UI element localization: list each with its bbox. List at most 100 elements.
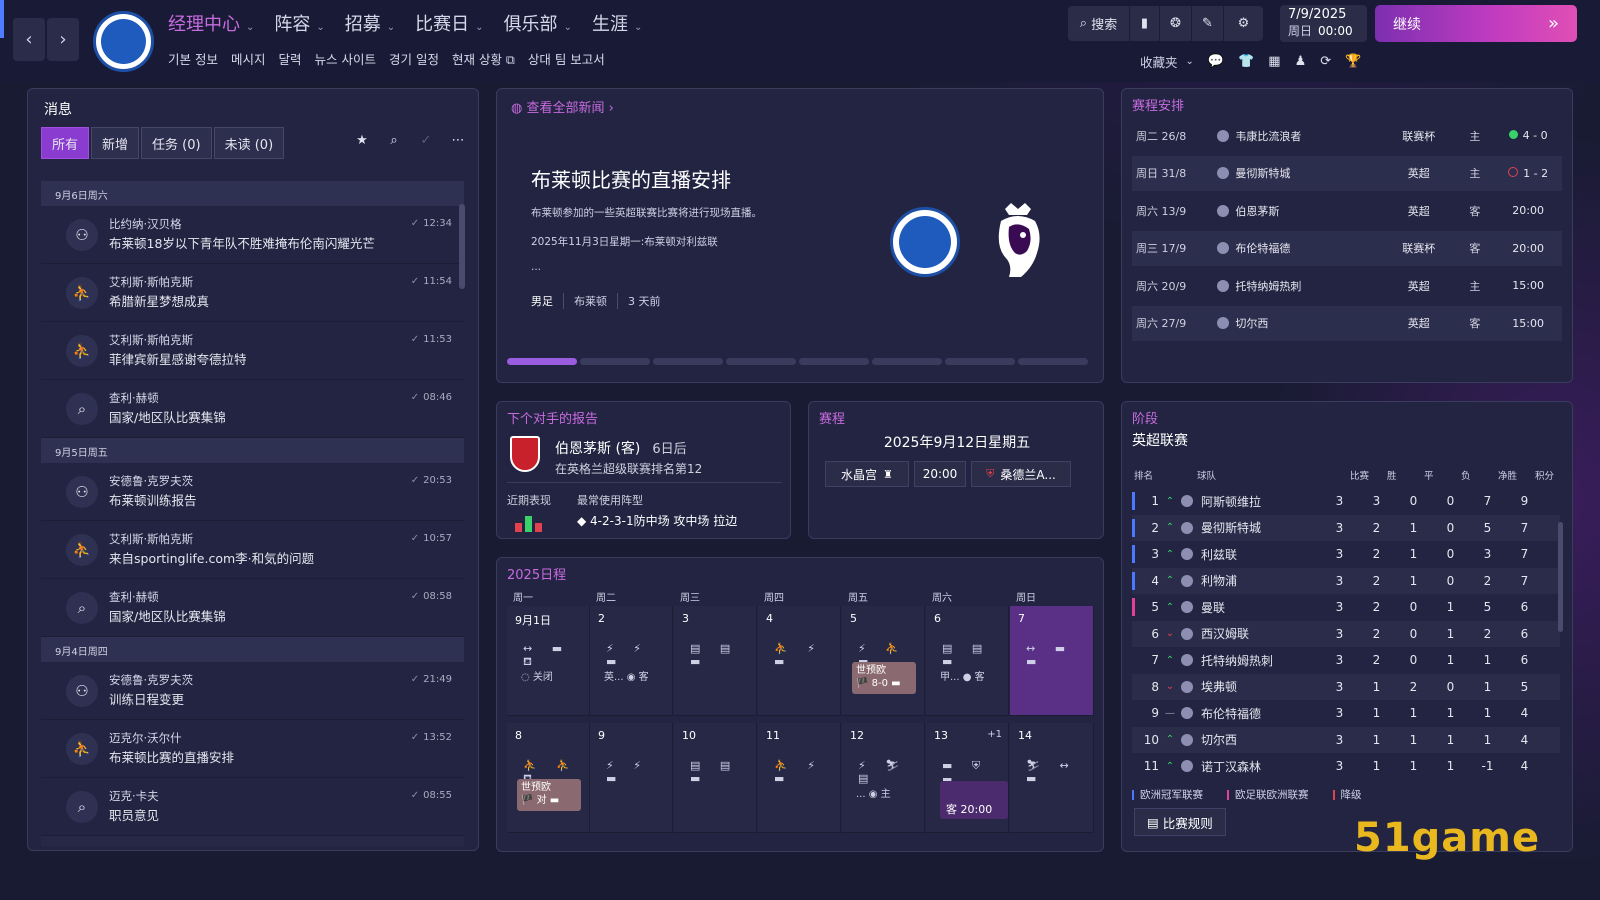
league-row[interactable]: 2 ⌃ 曼彻斯特城 3 2 1 0 5 7: [1132, 514, 1560, 541]
all-news-link[interactable]: ◍ 查看全部新闻 ›: [511, 97, 614, 116]
international-match-chip[interactable]: 世预欧 🏴 对 ▬: [517, 779, 581, 811]
menu-item[interactable]: 生涯 ⌄: [592, 10, 642, 36]
menu-item[interactable]: 阵容 ⌄: [274, 10, 324, 36]
opponent-name[interactable]: 伯恩茅斯 (客): [555, 441, 640, 457]
pagination-dot[interactable]: [653, 358, 723, 365]
fixture-row[interactable]: 周三 17/9 布伦特福德 联赛杯 客 20:00: [1132, 230, 1562, 266]
filter-tab[interactable]: 未读 (0): [213, 127, 285, 159]
fixtures-title[interactable]: 赛程安排: [1132, 95, 1184, 114]
calendar-day[interactable]: 14 ⛷ ↔ ▬: [1010, 723, 1094, 833]
message-item[interactable]: ⚇ 安德鲁·克罗夫茨 布莱顿训练报告 ✓ 20:53: [41, 463, 464, 521]
calendar-day[interactable]: 6 ▤ ▤ ▬ 甲... ● 客: [926, 606, 1009, 716]
continue-button[interactable]: 继续 »: [1375, 5, 1577, 42]
calendar-day[interactable]: 7 ↔ ▬ ▬: [1010, 606, 1094, 716]
message-item[interactable]: ⌕ 查利·赫顿 国家/地区队比赛集锦 ✓ 08:46: [41, 380, 464, 438]
submenu-item[interactable]: 뉴스 사이트: [315, 49, 376, 68]
league-row[interactable]: 11 ⌃ 诺丁汉森林 3 1 1 1 -1 4: [1132, 753, 1560, 779]
pen-button[interactable]: ✎: [1192, 6, 1224, 41]
pagination-dot[interactable]: [945, 358, 1015, 365]
calendar-day[interactable]: 2 ⚡ ⚡ ▬ 英... ◉ 客: [590, 606, 673, 716]
fixture-row[interactable]: 周六 27/9 切尔西 英超 客 15:00: [1132, 305, 1562, 341]
away-team[interactable]: ⛨ 桑德兰A...: [971, 461, 1071, 487]
calendar-day[interactable]: 12 ⚡ ⛷ ▤ ... ◉ 主: [842, 723, 925, 833]
filter-tab[interactable]: 新增: [91, 127, 140, 159]
submenu-item[interactable]: 상대 팀 보고서: [528, 49, 605, 68]
submenu-item[interactable]: 현재 상황 ⧉: [452, 49, 515, 68]
calendar-day[interactable]: 13 +1 ▬ ⛨ ▬ 客 20:00: [926, 723, 1009, 833]
news-tag[interactable]: 男足: [531, 293, 564, 309]
message-item[interactable]: ⛹ 迈克尔·沃尔什 布莱顿比赛的直播安排 ✓ 13:52: [41, 720, 464, 778]
brain-button[interactable]: ❂: [1160, 6, 1192, 41]
message-item[interactable]: ⚇ 比约纳·汉贝格 布莱顿18岁以下青年队不胜难掩布伦南闪耀光芒 ✓ 12:34: [41, 206, 464, 264]
filter-tab[interactable]: 所有: [41, 127, 90, 159]
search-icon[interactable]: ⌕: [378, 133, 410, 148]
submenu-item[interactable]: 경기 일정: [389, 49, 439, 68]
star-icon[interactable]: ★: [346, 133, 378, 148]
calendar-day[interactable]: 3 ▤ ▤ ▬: [674, 606, 757, 716]
message-scrollbar[interactable]: [459, 204, 465, 289]
league-row[interactable]: 9 — 布伦特福德 3 1 1 1 1 4: [1132, 700, 1560, 726]
trophy-icon[interactable]: 🏆: [1345, 54, 1361, 69]
league-scrollbar[interactable]: [1558, 522, 1563, 632]
pagination-dot[interactable]: [726, 358, 796, 365]
more-icon[interactable]: ⋯: [442, 133, 474, 148]
home-team[interactable]: 水晶宫 ♜: [825, 461, 909, 487]
message-item[interactable]: ⛹ 艾利斯·斯帕克斯 希腊新星梦想成真 ✓ 11:54: [41, 264, 464, 322]
search-button[interactable]: ⌕ 搜索: [1068, 6, 1130, 41]
pagination-dot[interactable]: [507, 358, 577, 365]
calendar-day[interactable]: 9 ⚡ ⚡ ▬: [590, 723, 673, 833]
settings-button[interactable]: ⚙: [1224, 6, 1263, 41]
league-row[interactable]: 6 ⌄ 西汉姆联 3 2 0 1 2 6: [1132, 620, 1560, 647]
back-button[interactable]: ‹: [13, 18, 45, 61]
fixture-row[interactable]: 周二 26/8 韦康比流浪者 联赛杯 主 4 - 0: [1132, 118, 1562, 153]
pagination-dot[interactable]: [1018, 358, 1088, 365]
calendar-day[interactable]: 8⛹ ⛹ ⛾世预欧🏴 对 ▬: [507, 723, 590, 833]
news-headline[interactable]: 布莱顿比赛的直播安排: [531, 164, 731, 193]
submenu-item[interactable]: 달력: [279, 49, 302, 68]
rules-button[interactable]: ▤ 比赛规则: [1134, 808, 1226, 836]
favorites-dropdown[interactable]: 收藏夹: [1140, 52, 1178, 71]
tactics-board-icon[interactable]: ▦: [1268, 54, 1280, 69]
pagination-dot[interactable]: [799, 358, 869, 365]
calendar-day[interactable]: 10 ▤ ▤ ▬: [674, 723, 757, 833]
league-row[interactable]: 4 ⌃ 利物浦 3 2 1 0 2 7: [1132, 567, 1560, 594]
calendar-day[interactable]: 5⚡ ⛹ ▬世预欧🏴 8-0 ▬: [842, 606, 925, 716]
league-row[interactable]: 5 ⌃ 曼联 3 2 0 1 5 6: [1132, 594, 1560, 620]
league-row[interactable]: 3 ⌃ 利兹联 3 2 1 0 3 7: [1132, 541, 1560, 567]
calendar-day[interactable]: 9月1日 ↔ ▬ ⛾ ◌ 关闭: [507, 606, 590, 716]
international-match-chip[interactable]: 世预欧 🏴 8-0 ▬: [852, 662, 916, 694]
filter-tab[interactable]: 任务 (0): [141, 127, 212, 159]
message-item[interactable]: ⌕ 迈克·卡夫 职员意见 ✓ 08:55: [41, 778, 464, 836]
menu-item[interactable]: 比赛日 ⌄: [415, 10, 483, 36]
club-crest[interactable]: [93, 11, 154, 72]
staff-icon[interactable]: ♟: [1295, 54, 1307, 69]
menu-item[interactable]: 俱乐部 ⌄: [504, 10, 572, 36]
message-item[interactable]: ⛹ 艾利斯·斯帕克斯 菲律宾新星感谢夸德拉特 ✓ 11:53: [41, 322, 464, 380]
message-item[interactable]: ⚇ 安德鲁·克罗夫茨 训练日程变更 ✓ 21:49: [41, 662, 464, 720]
league-row[interactable]: 7 ⌃ 托特纳姆热刺 3 2 0 1 1 6: [1132, 647, 1560, 673]
calendar-title[interactable]: 2025日程: [507, 564, 566, 583]
news-tag[interactable]: 布莱顿: [564, 293, 618, 309]
match-title[interactable]: 赛程: [819, 408, 845, 427]
chevron-down-icon[interactable]: ⌄: [1186, 56, 1194, 67]
fixture-row[interactable]: 周日 31/8 曼彻斯特城 英超 主 1 - 2: [1132, 155, 1562, 191]
fixture-row[interactable]: 周六 13/9 伯恩茅斯 英超 客 20:00: [1132, 193, 1562, 228]
menu-item[interactable]: 招募 ⌄: [345, 10, 395, 36]
opponent-report-title[interactable]: 下个对手的报告: [507, 408, 598, 427]
calendar-day[interactable]: 11 ⛹ ⚡ ▬: [758, 723, 841, 833]
message-item[interactable]: ⛹ 艾利斯·斯帕克斯 来自sportinglife.com李·和気的问题 ✓ 10:57: [41, 521, 464, 579]
league-name[interactable]: 英超联赛: [1132, 430, 1188, 450]
check-icon[interactable]: ✓: [410, 133, 442, 148]
league-row[interactable]: 1 ⌃ 阿斯顿维拉 3 3 0 0 7 9: [1132, 488, 1560, 514]
news-tag[interactable]: 3 天前: [618, 293, 671, 309]
more-events-badge[interactable]: +1: [987, 729, 1002, 740]
fixture-row[interactable]: 周六 20/9 托特纳姆热刺 英超 主 15:00: [1132, 268, 1562, 303]
league-row[interactable]: 10 ⌃ 切尔西 3 1 1 1 1 4: [1132, 726, 1560, 753]
message-item[interactable]: ⌕ 查利·赫顿 国家/地区队比赛集锦 ✓ 08:58: [41, 579, 464, 637]
calendar-day[interactable]: 4 ⛹ ⚡ ▬: [758, 606, 841, 716]
pagination-dot[interactable]: [872, 358, 942, 365]
pagination-dot[interactable]: [580, 358, 650, 365]
refresh-icon[interactable]: ⟳: [1320, 54, 1331, 69]
submenu-item[interactable]: 기본 정보: [168, 49, 218, 68]
menu-item[interactable]: 经理中心 ⌄: [168, 10, 254, 36]
